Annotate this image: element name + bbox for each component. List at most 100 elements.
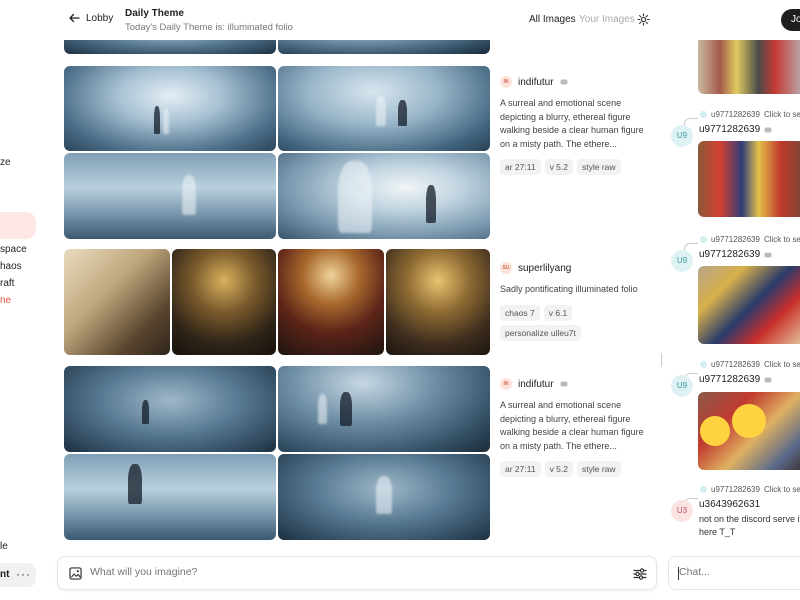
chat-image[interactable] xyxy=(698,266,800,344)
sidebar-item[interactable]: le xyxy=(0,541,8,552)
arrow-left-icon xyxy=(69,13,80,23)
avatar: IN xyxy=(500,378,512,390)
param-chip[interactable]: ar 27:11 xyxy=(500,461,541,477)
post-prompt[interactable]: A surreal and emotional scene depicting … xyxy=(500,399,650,453)
feed-image[interactable] xyxy=(278,249,384,355)
param-chip[interactable]: personalize ulleu7t xyxy=(500,324,581,341)
reply-username: u9771282639 xyxy=(711,110,760,119)
avatar: SU xyxy=(500,262,512,274)
reply-reference[interactable]: u9771282639 Click to se xyxy=(700,485,800,494)
discord-icon xyxy=(560,381,568,387)
account-label: nt xyxy=(0,569,10,580)
param-chip[interactable]: ar 27:11 xyxy=(500,159,541,175)
figure-shape xyxy=(426,185,436,223)
sidebar-item[interactable]: space xyxy=(0,244,27,255)
figure-shape xyxy=(154,106,160,134)
reply-avatar xyxy=(700,486,707,493)
more-icon[interactable]: ··· xyxy=(16,567,31,581)
message-user[interactable]: u9771282639 xyxy=(699,374,772,385)
figure-shape xyxy=(340,392,352,426)
param-chip[interactable]: v 5.2 xyxy=(544,159,573,175)
feed-image[interactable] xyxy=(172,249,276,355)
chat-image[interactable] xyxy=(698,392,800,470)
message-user[interactable]: u9771282639 xyxy=(699,124,772,135)
avatar[interactable]: U9 xyxy=(671,250,693,272)
reply-text: Click to se xyxy=(763,235,800,244)
discord-icon xyxy=(764,252,772,257)
post-prompt[interactable]: A surreal and emotional scene depicting … xyxy=(500,97,650,151)
param-chip[interactable]: chaos 7 xyxy=(500,304,540,321)
feed-image[interactable] xyxy=(64,66,276,151)
tab-your-images[interactable]: Your Images xyxy=(579,14,635,25)
avatar: IN xyxy=(500,76,512,88)
param-chip[interactable]: v 5.2 xyxy=(544,461,573,477)
username: u9771282639 xyxy=(699,124,761,135)
chat-input[interactable] xyxy=(679,566,799,578)
header: Lobby Daily Theme Today's Daily Theme is… xyxy=(56,0,800,40)
feed-image[interactable] xyxy=(278,366,490,452)
figure-shape xyxy=(318,394,327,424)
feed-image[interactable] xyxy=(278,66,490,151)
reply-text: Click to se xyxy=(763,485,800,494)
feed-image[interactable] xyxy=(278,40,490,54)
figure-shape xyxy=(398,100,407,126)
feed-image[interactable] xyxy=(64,454,276,540)
reply-reference[interactable]: u9771282639 Click to se xyxy=(700,360,800,369)
post-user[interactable]: SU superlilyang xyxy=(500,262,650,274)
sliders-icon[interactable] xyxy=(633,567,647,581)
reply-text: Click to se xyxy=(763,360,800,369)
param-chip[interactable]: style raw xyxy=(577,159,621,175)
back-to-lobby-button[interactable]: Lobby xyxy=(68,12,113,24)
param-chips: chaos 7 v 6.1 personalize ulleu7t xyxy=(500,304,650,341)
username: u3643962631 xyxy=(699,499,761,510)
username[interactable]: indifutur xyxy=(518,379,554,390)
sidebar-item[interactable]: haos xyxy=(0,261,22,272)
chat-bar xyxy=(668,556,800,590)
chat-image[interactable] xyxy=(698,40,800,94)
tab-all-images[interactable]: All Images xyxy=(529,14,576,25)
post-user[interactable]: IN indifutur xyxy=(500,76,650,88)
reply-reference[interactable]: u9771282639 Click to se xyxy=(700,235,800,244)
reply-username: u9771282639 xyxy=(711,485,760,494)
feed-image[interactable] xyxy=(64,249,170,355)
feed-image[interactable] xyxy=(64,366,276,452)
image-feed: IN indifutur A surreal and emotional sce… xyxy=(56,40,662,550)
message-user[interactable]: u3643962631 xyxy=(699,499,760,510)
reply-reference[interactable]: u9771282639 Click to se xyxy=(700,110,800,119)
discord-icon xyxy=(764,127,772,132)
sidebar-item-active[interactable]: ne xyxy=(0,295,11,306)
imagine-input[interactable] xyxy=(90,566,590,578)
avatar[interactable]: U9 xyxy=(671,375,693,397)
post-user[interactable]: IN indifutur xyxy=(500,378,650,390)
param-chip[interactable]: style raw xyxy=(577,461,621,477)
post-prompt[interactable]: Sadly pontificating illuminated folio xyxy=(500,283,650,297)
username[interactable]: superlilyang xyxy=(518,263,571,274)
avatar[interactable]: U9 xyxy=(671,125,693,147)
figure-shape xyxy=(128,464,142,504)
sidebar-item[interactable]: raft xyxy=(0,278,14,289)
chat-image[interactable] xyxy=(698,141,800,217)
feed-image[interactable] xyxy=(64,40,276,54)
post-meta: IN indifutur A surreal and emotional sce… xyxy=(500,378,650,477)
sidebar: ze space haos raft ne le nt ··· xyxy=(0,0,56,600)
figure-shape xyxy=(376,476,392,514)
param-chips: ar 27:11 v 5.2 style raw xyxy=(500,461,650,477)
sidebar-item[interactable]: ze xyxy=(0,157,11,168)
param-chip[interactable]: v 6.1 xyxy=(543,304,573,321)
figure-shape xyxy=(338,161,372,233)
gear-icon[interactable] xyxy=(637,13,650,26)
discord-icon xyxy=(764,377,772,382)
join-button[interactable]: Jo xyxy=(781,9,800,31)
feed-image[interactable] xyxy=(278,153,490,239)
image-icon[interactable] xyxy=(69,567,82,580)
param-chips: ar 27:11 v 5.2 style raw xyxy=(500,159,650,175)
feed-image[interactable] xyxy=(386,249,490,355)
back-label: Lobby xyxy=(86,12,114,24)
message-user[interactable]: u9771282639 xyxy=(699,249,772,260)
avatar[interactable]: U3 xyxy=(671,500,693,522)
feed-image[interactable] xyxy=(278,454,490,540)
feed-image[interactable] xyxy=(64,153,276,239)
reply-avatar xyxy=(700,361,707,368)
figure-shape xyxy=(163,108,169,134)
username[interactable]: indifutur xyxy=(518,77,554,88)
